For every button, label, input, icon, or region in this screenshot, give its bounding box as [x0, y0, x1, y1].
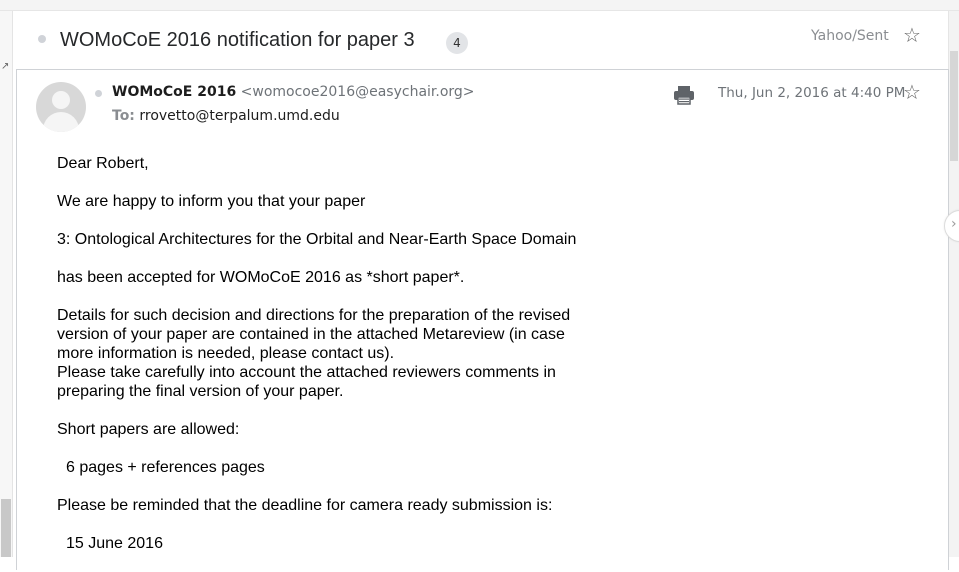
body-line: Please take carefully into account the a…	[57, 364, 556, 381]
to-label: To:	[112, 108, 135, 124]
message-star-icon[interactable]: ☆	[903, 80, 921, 104]
sender-name[interactable]: WOMoCoE 2016	[112, 84, 236, 100]
thread-count-badge: 4	[446, 32, 468, 54]
printer-icon[interactable]	[673, 84, 695, 106]
unread-dot-icon[interactable]	[38, 35, 46, 43]
subject-header: WOMoCoE 2016 notification for paper 3 4 …	[12, 11, 949, 69]
body-paragraph-6: Please be reminded that the deadline for…	[57, 497, 553, 514]
sender-email[interactable]: <womocoe2016@easychair.org>	[241, 84, 475, 100]
folder-label[interactable]: Yahoo/Sent	[811, 28, 889, 44]
read-status-dot-icon[interactable]	[95, 90, 102, 97]
page-limit: 6 pages + references pages	[66, 459, 265, 476]
avatar-body	[43, 112, 79, 132]
subject-title: WOMoCoE 2016 notification for paper 3	[60, 29, 415, 51]
body-paragraph-3: Details for such decision and directions…	[57, 306, 757, 401]
left-pane-edge: ↗	[0, 11, 13, 557]
body-paragraph-4: Short papers are allowed:	[57, 421, 240, 438]
recipient-line: To: rrovetto@terpalum.umd.edu	[112, 108, 340, 124]
left-scrollbar-thumb[interactable]	[1, 499, 11, 557]
body-line: version of your paper are contained in t…	[57, 326, 565, 343]
right-scrollbar-thumb[interactable]	[950, 51, 958, 161]
sender-line: WOMoCoE 2016 <womocoe2016@easychair.org>	[112, 84, 475, 100]
recipient-address[interactable]: rrovetto@terpalum.umd.edu	[139, 108, 339, 124]
star-icon[interactable]: ☆	[903, 23, 921, 47]
avatar	[36, 82, 86, 132]
chevron-right-icon: ›	[951, 216, 957, 232]
body-line: more information is needed, please conta…	[57, 345, 395, 362]
body-line: preparing the final version of your pape…	[57, 383, 344, 400]
body-paragraph-2: has been accepted for WOMoCoE 2016 as *s…	[57, 269, 465, 286]
avatar-head	[52, 91, 70, 109]
greeting: Dear Robert,	[57, 155, 149, 172]
message-body: Dear Robert, We are happy to inform you …	[57, 154, 757, 572]
deadline-date: 15 June 2016	[66, 535, 163, 552]
message-card: WOMoCoE 2016 <womocoe2016@easychair.org>…	[16, 69, 949, 570]
message-date: Thu, Jun 2, 2016 at 4:40 PM	[718, 85, 906, 101]
paper-title: 3: Ontological Architectures for the Orb…	[57, 231, 577, 248]
right-scrollbar[interactable]	[948, 11, 959, 557]
top-border	[0, 0, 959, 11]
collapse-arrow-icon[interactable]: ↗	[1, 61, 9, 72]
body-line: Details for such decision and directions…	[57, 307, 571, 324]
body-paragraph-1: We are happy to inform you that your pap…	[57, 193, 366, 210]
